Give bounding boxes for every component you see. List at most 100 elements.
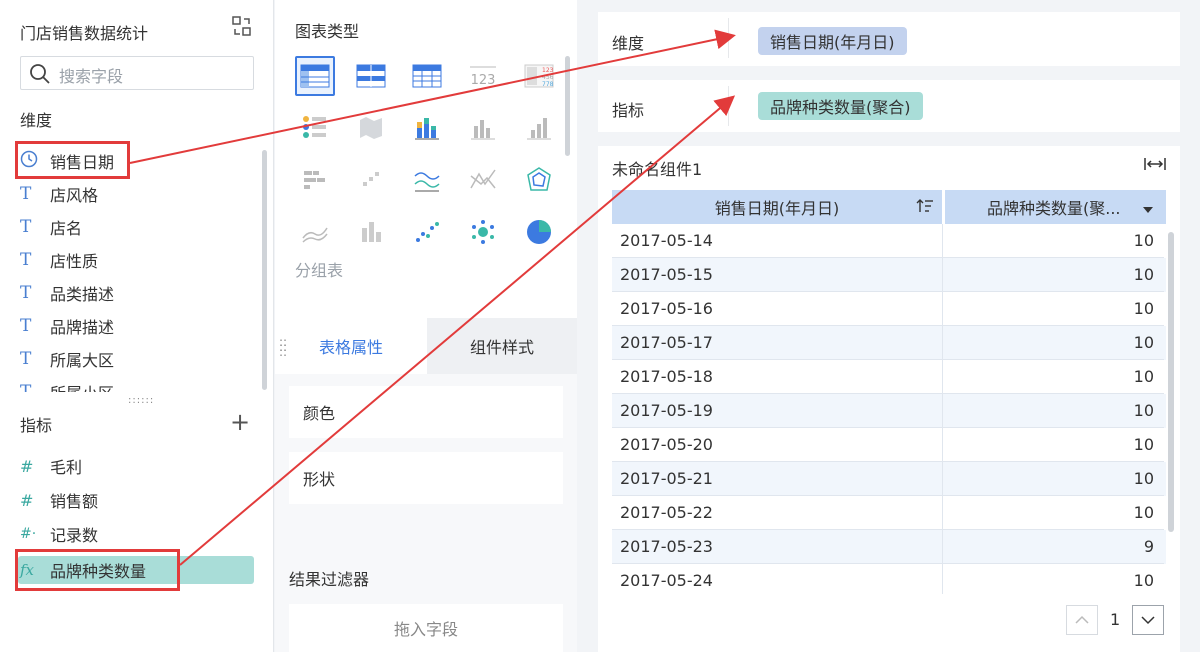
column-header-brand-count[interactable]: 品牌种类数量(聚... (945, 190, 1166, 224)
column-header-date[interactable]: 销售日期(年月日) (612, 190, 942, 224)
dimension-field[interactable]: T 店风格 (20, 180, 98, 208)
number-card-chart-icon[interactable]: 123 (463, 56, 503, 96)
result-filter-title: 结果过滤器 (289, 570, 370, 589)
date-cell: 2017-05-15 (612, 258, 943, 292)
measure-field[interactable]: #· 记录数 (20, 520, 98, 548)
pie-chart-icon[interactable] (519, 212, 559, 252)
text-field-icon: T (20, 349, 32, 369)
widget-title[interactable]: 未命名组件1 (612, 156, 702, 180)
dimension-field[interactable]: T 所属大区 (20, 345, 114, 373)
detail-table-chart-icon[interactable] (351, 56, 391, 96)
filter-drop-zone[interactable]: 拖入字段 (289, 604, 563, 652)
count-cell: 10 (943, 326, 1164, 360)
cross-table-chart-icon[interactable] (407, 56, 447, 96)
bar-chart-icon[interactable] (463, 108, 503, 148)
field-panel: 门店销售数据统计 搜索字段 维度 销售日期 T 店风格 T 店名 T 店性质 T 品类描… (0, 0, 274, 652)
count-cell: 10 (943, 462, 1164, 496)
chart-types-scrollbar[interactable] (565, 56, 570, 156)
dropdown-caret-icon[interactable] (1142, 200, 1154, 219)
gantt-chart-icon[interactable] (295, 160, 335, 200)
crosstable-heat-chart-icon[interactable]: 123 456 778 (519, 56, 559, 96)
text-field-icon: T (20, 184, 32, 204)
number-field-icon: # (20, 456, 34, 476)
table-row: 2017-05-21 10 (612, 462, 1166, 496)
tab-table-properties[interactable]: 表格属性 (275, 318, 427, 374)
dimension-field-label: 品牌描述 (50, 318, 115, 337)
column-header-label: 销售日期(年月日) (714, 199, 840, 218)
count-cell: 10 (943, 564, 1164, 594)
drag-grip-icon[interactable]: :::::: (279, 336, 287, 358)
expand-width-icon[interactable] (1144, 156, 1166, 176)
count-cell: 10 (943, 394, 1164, 428)
measure-field-label: 销售额 (50, 492, 99, 511)
scatter-step-chart-icon[interactable] (351, 160, 391, 200)
dimension-list-scrollbar[interactable] (262, 150, 267, 390)
dimension-field-label: 所属大区 (50, 351, 115, 370)
map-chart-icon[interactable] (351, 108, 391, 148)
dimension-slot[interactable]: 维度 销售日期(年月日) (598, 12, 1180, 66)
dimension-field[interactable]: T 店名 (20, 213, 82, 241)
prev-page-button[interactable] (1066, 605, 1098, 635)
dimension-field[interactable]: T 品牌描述 (20, 312, 114, 340)
count-cell: 9 (943, 530, 1164, 564)
column-chart-icon[interactable] (519, 108, 559, 148)
count-cell: 10 (943, 292, 1164, 326)
grouped-table-chart-icon[interactable] (295, 56, 335, 96)
color-legend-chart-icon[interactable] (295, 108, 335, 148)
table-scrollbar[interactable] (1168, 232, 1174, 532)
multi-line-chart-icon[interactable] (463, 160, 503, 200)
waterfall-chart-icon[interactable] (351, 212, 391, 252)
sort-icon[interactable] (916, 197, 934, 219)
table-row: 2017-05-22 10 (612, 496, 1166, 530)
tab-component-style[interactable]: 组件样式 (427, 318, 577, 374)
field-search-input[interactable]: 搜索字段 (20, 56, 254, 90)
dimension-list-clip: T 所属小区 (0, 378, 260, 392)
measure-pill[interactable]: 品牌种类数量(聚合) (758, 92, 923, 120)
bubble-cluster-chart-icon[interactable] (463, 212, 503, 252)
dimension-field[interactable]: T 所属小区 (20, 378, 114, 392)
table-row: 2017-05-23 9 (612, 530, 1166, 564)
slot-divider (728, 18, 729, 58)
count-cell: 10 (943, 258, 1164, 292)
switch-dataset-icon[interactable] (232, 16, 252, 38)
stacked-bar-chart-icon[interactable] (407, 108, 447, 148)
radar-chart-icon[interactable] (519, 160, 559, 200)
table-row: 2017-05-16 10 (612, 292, 1166, 326)
add-measure-icon[interactable]: + (230, 410, 250, 434)
mini-crosstable-value: 456 (542, 74, 554, 81)
dimension-field-label: 所属小区 (50, 380, 114, 392)
date-cell: 2017-05-16 (612, 292, 943, 326)
slot-divider (728, 86, 729, 126)
data-table: 销售日期(年月日) 品牌种类数量(聚... 2017-05-14 10 2017-… (612, 190, 1166, 594)
dimension-field[interactable]: T 店性质 (20, 246, 98, 274)
measure-slot[interactable]: 指标 品牌种类数量(聚合) (598, 80, 1180, 132)
date-cell: 2017-05-17 (612, 326, 943, 360)
color-property[interactable]: 颜色 (289, 386, 563, 438)
dot-scatter-chart-icon[interactable] (407, 212, 447, 252)
measure-field-label: 毛利 (50, 458, 83, 477)
table-widget: 未命名组件1 销售日期(年月日) 品牌种类数量(聚... 2017-05-14 1… (598, 146, 1180, 652)
text-field-icon: T (20, 217, 32, 237)
text-field-icon: T (20, 250, 32, 270)
text-field-icon: T (20, 382, 32, 392)
mini-number-text: 123 (471, 73, 496, 88)
measure-field[interactable]: # 毛利 (20, 452, 82, 480)
next-page-button[interactable] (1132, 605, 1164, 635)
measure-field[interactable]: # 销售额 (20, 486, 98, 514)
record-count-icon: #· (20, 526, 37, 542)
area-chart-icon[interactable] (295, 212, 335, 252)
text-field-icon: T (20, 316, 32, 336)
date-cell: 2017-05-18 (612, 360, 943, 394)
count-cell: 10 (943, 224, 1164, 258)
annotation-highlight-box (15, 549, 180, 591)
dimension-pill[interactable]: 销售日期(年月日) (758, 27, 907, 55)
canvas-panel: 维度 销售日期(年月日) 指标 品牌种类数量(聚合) 未命名组件1 销售日期(年… (578, 0, 1200, 652)
dimension-field-label: 店风格 (50, 186, 99, 205)
table-row: 2017-05-14 10 (612, 224, 1166, 258)
panel-splitter-handle[interactable]: :::::: (128, 396, 153, 406)
line-chart-icon[interactable] (407, 160, 447, 200)
shape-property[interactable]: 形状 (289, 452, 563, 504)
dimension-field[interactable]: T 品类描述 (20, 279, 114, 307)
text-field-icon: T (20, 283, 32, 303)
date-cell: 2017-05-19 (612, 394, 943, 428)
